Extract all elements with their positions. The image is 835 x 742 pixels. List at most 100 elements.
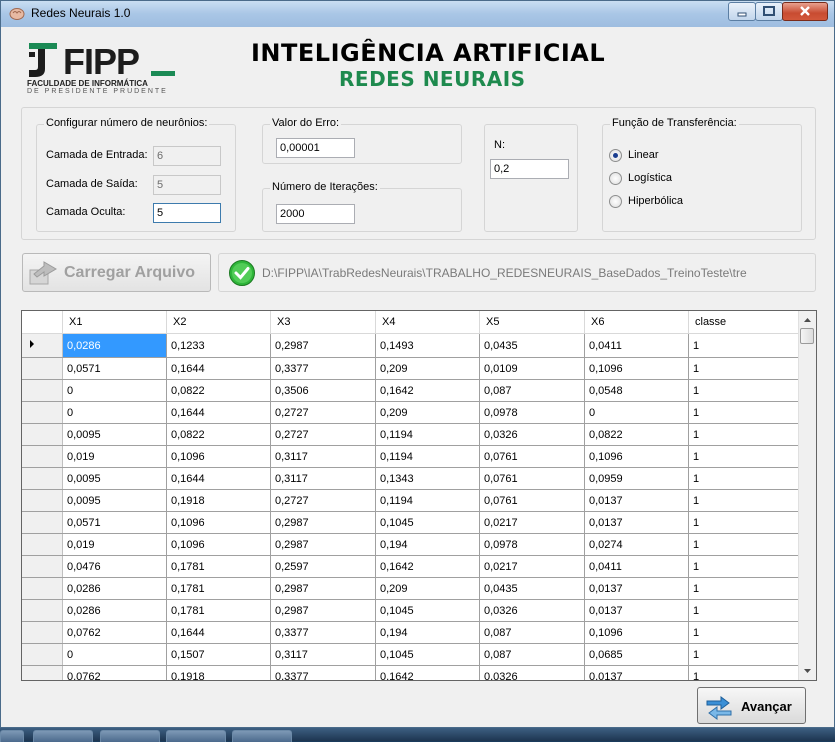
output-layer-field[interactable]: 5 [153,175,221,195]
scroll-thumb[interactable] [800,328,814,344]
table-cell[interactable]: 0,0286 [62,599,167,622]
table-cell[interactable]: 0,1644 [166,401,271,424]
table-row[interactable]: 0,0571 0,1096 0,2987 0,1045 0,0217 0,0137 1 [22,511,801,534]
row-header[interactable] [22,445,63,468]
table-cell[interactable]: 0,1194 [375,445,480,468]
table-cell[interactable]: 0,0095 [62,423,167,446]
table-cell[interactable]: 0,0761 [479,489,585,512]
table-cell[interactable]: 0 [584,401,689,424]
table-row[interactable]: 0,0095 0,0822 0,2727 0,1194 0,0326 0,0822 1 [22,423,801,446]
table-cell[interactable]: 0,087 [479,621,585,644]
vertical-scrollbar[interactable] [798,311,816,680]
table-cell[interactable]: 1 [688,643,801,666]
column-header[interactable]: X4 [375,311,480,334]
table-cell[interactable]: 0,0137 [584,577,689,600]
table-cell[interactable]: 1 [688,599,801,622]
table-cell[interactable]: 0,0762 [62,665,167,680]
table-cell[interactable]: 0,3117 [270,445,376,468]
row-header[interactable] [22,621,63,644]
table-cell[interactable]: 0,2987 [270,333,376,358]
table-cell[interactable]: 0,1096 [584,445,689,468]
table-cell[interactable]: 0,3506 [270,379,376,402]
table-cell[interactable]: 0,1507 [166,643,271,666]
table-cell[interactable]: 0,1644 [166,621,271,644]
table-cell[interactable]: 0,0476 [62,555,167,578]
table-cell[interactable]: 0,0137 [584,489,689,512]
table-cell[interactable]: 0,3117 [270,467,376,490]
table-cell[interactable]: 0,209 [375,357,480,380]
column-header[interactable]: X6 [584,311,689,334]
table-cell[interactable]: 1 [688,533,801,556]
taskbar-item[interactable] [232,730,292,742]
row-header[interactable] [22,423,63,446]
load-file-button[interactable]: Carregar Arquivo [22,253,211,292]
table-cell[interactable]: 0,087 [479,379,585,402]
table-cell[interactable]: 0,1644 [166,467,271,490]
hyperbolic-radio[interactable] [609,195,622,208]
table-cell[interactable]: 0,1096 [166,511,271,534]
table-cell[interactable]: 0,0822 [166,423,271,446]
table-cell[interactable]: 0,1045 [375,511,480,534]
row-header[interactable] [22,379,63,402]
table-cell[interactable]: 0 [62,643,167,666]
row-header[interactable] [22,577,63,600]
table-cell[interactable]: 0,1045 [375,643,480,666]
table-cell[interactable]: 1 [688,445,801,468]
title-bar[interactable]: Redes Neurais 1.0 [1,1,834,27]
table-cell[interactable]: 0,0959 [584,467,689,490]
table-row[interactable]: 0,0286 0,1233 0,2987 0,1493 0,0435 0,0411 1 [22,333,801,358]
table-row[interactable]: 0,0095 0,1644 0,3117 0,1343 0,0761 0,0959 1 [22,467,801,490]
table-cell[interactable]: 0,3377 [270,665,376,680]
table-cell[interactable]: 0,0286 [62,333,167,358]
table-cell[interactable]: 1 [688,555,801,578]
table-cell[interactable]: 0,0326 [479,599,585,622]
table-cell[interactable]: 0,0822 [166,379,271,402]
row-header[interactable] [22,555,63,578]
iterations-field[interactable]: 2000 [276,204,355,224]
table-cell[interactable]: 0,0978 [479,401,585,424]
table-cell[interactable]: 0,0435 [479,577,585,600]
minimize-button[interactable] [728,2,756,21]
table-cell[interactable]: 0,1642 [375,665,480,680]
table-cell[interactable]: 0,1096 [166,445,271,468]
close-button[interactable] [782,2,828,21]
error-field[interactable]: 0,00001 [276,138,355,158]
table-cell[interactable]: 0,0326 [479,665,585,680]
table-cell[interactable]: 1 [688,489,801,512]
scroll-up-icon[interactable] [799,312,816,328]
table-cell[interactable]: 0,0326 [479,423,585,446]
table-cell[interactable]: 0,0095 [62,467,167,490]
logistic-radio[interactable] [609,172,622,185]
table-row[interactable]: 0,0286 0,1781 0,2987 0,209 0,0435 0,0137 1 [22,577,801,600]
logistic-label[interactable]: Logística [628,172,672,184]
row-header[interactable] [22,533,63,556]
table-cell[interactable]: 1 [688,401,801,424]
column-header[interactable]: X5 [479,311,585,334]
data-grid[interactable]: X1 X2 X3 X4 X5 X6 classe 0,0286 0,1233 0,2… [21,310,817,681]
table-cell[interactable]: 1 [688,577,801,600]
table-cell[interactable]: 0,2727 [270,489,376,512]
hidden-layer-field[interactable]: 5 [153,203,221,223]
table-row[interactable]: 0,019 0,1096 0,3117 0,1194 0,0761 0,1096 1 [22,445,801,468]
table-cell[interactable]: 0 [62,379,167,402]
table-cell[interactable]: 0,1781 [166,555,271,578]
table-cell[interactable]: 0,0411 [584,555,689,578]
row-header[interactable] [22,665,63,680]
table-cell[interactable]: 0,0137 [584,599,689,622]
table-row[interactable]: 0,0762 0,1644 0,3377 0,194 0,087 0,1096 1 [22,621,801,644]
row-header[interactable] [22,489,63,512]
scroll-down-icon[interactable] [799,663,816,679]
table-cell[interactable]: 0,1493 [375,333,480,358]
table-cell[interactable]: 0,0274 [584,533,689,556]
table-row[interactable]: 0,0762 0,1918 0,3377 0,1642 0,0326 0,0137 1 [22,665,801,680]
column-header[interactable]: X1 [62,311,167,334]
next-button[interactable]: Avançar [697,687,806,724]
table-cell[interactable]: 1 [688,665,801,680]
table-row[interactable]: 0 0,0822 0,3506 0,1642 0,087 0,0548 1 [22,379,801,402]
table-cell[interactable]: 0,0435 [479,333,585,358]
table-cell[interactable]: 0,0411 [584,333,689,358]
n-field[interactable]: 0,2 [490,159,569,179]
table-cell[interactable]: 0,2597 [270,555,376,578]
table-cell[interactable]: 0,0217 [479,511,585,534]
table-cell[interactable]: 0,209 [375,401,480,424]
